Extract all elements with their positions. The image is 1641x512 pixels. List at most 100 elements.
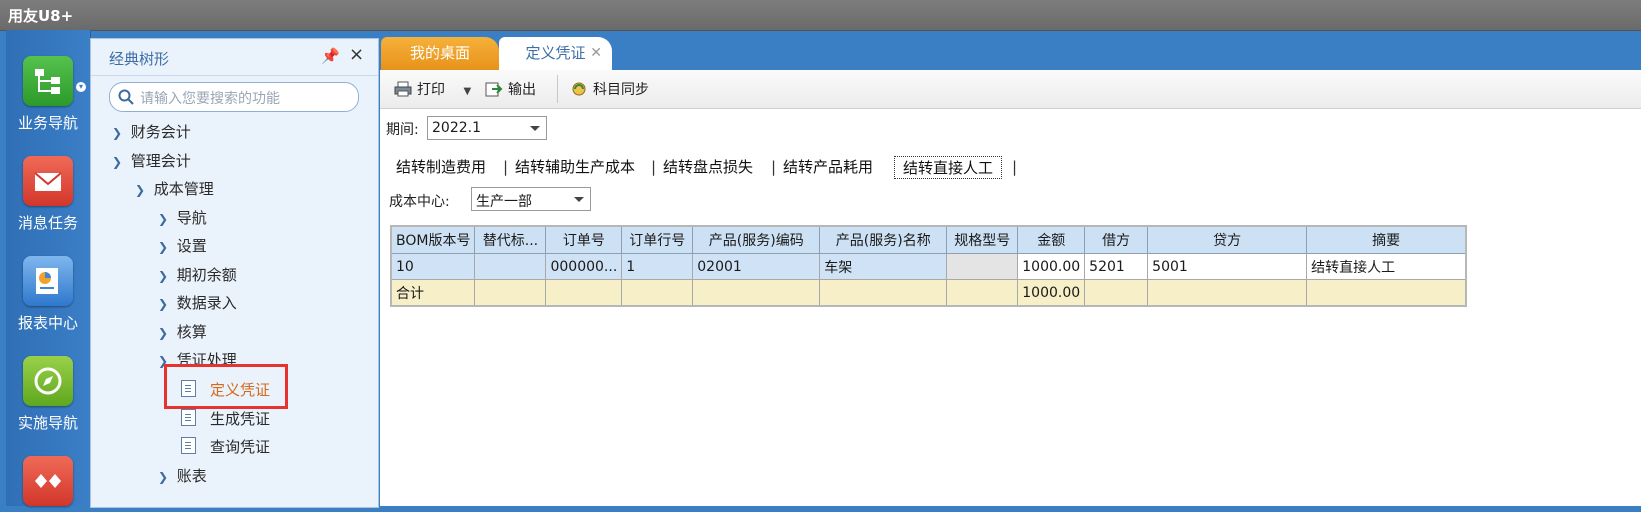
chevron-right-icon: ❯ (158, 240, 169, 254)
col-header[interactable]: 产品(服务)编码 (692, 225, 821, 254)
launcher-label: 实施导航 (17, 414, 78, 432)
close-icon[interactable]: × (349, 44, 364, 65)
col-header[interactable]: 替代标... (474, 225, 547, 254)
report-icon (23, 256, 73, 306)
toolbar: 打印 ▼ 输出 科目同步 (380, 70, 1641, 109)
printer-icon (394, 81, 412, 97)
launcher-label: 业务导航 (17, 114, 78, 132)
diamond-icon (23, 456, 73, 506)
table-cell[interactable]: 1000.00 (1017, 253, 1086, 280)
launcher-messages[interactable]: 消息任务 (6, 156, 90, 233)
table-cell[interactable]: 5001 (1147, 253, 1308, 280)
table-cell[interactable]: 000000... (545, 253, 623, 280)
table-cell (1084, 279, 1149, 307)
col-header[interactable]: BOM版本号 (390, 225, 476, 254)
tree-node-nav[interactable]: ❯ 导航 (158, 207, 207, 228)
chevron-down-icon[interactable]: ▼ (463, 86, 471, 97)
highlight-box (164, 364, 288, 409)
table-cell[interactable]: 5201 (1084, 253, 1149, 280)
table-cell[interactable]: 02001 (692, 253, 821, 280)
tree-title: 经典树形 (109, 50, 170, 68)
close-icon[interactable]: ✕ (590, 37, 602, 70)
business-nav-icon (23, 56, 73, 106)
tree-node-mgmt[interactable]: ❯ 管理会计 (112, 150, 191, 171)
print-button[interactable]: 打印 ▼ (394, 79, 471, 99)
tree-node-opening[interactable]: ❯ 期初余额 (158, 264, 237, 285)
tree-node-finance[interactable]: ❯ 财务会计 (112, 121, 191, 142)
document-icon (181, 437, 196, 454)
tab-desktop[interactable]: 我的桌面 (381, 37, 499, 70)
sum-row: 合计 1000.00 (390, 279, 1467, 307)
table-cell[interactable]: 结转直接人工 (1306, 253, 1467, 280)
sync-button[interactable]: 科目同步 (570, 79, 649, 99)
export-button[interactable]: 输出 (485, 79, 536, 99)
table-cell: 1000.00 (1017, 279, 1086, 307)
col-header[interactable]: 金额 (1017, 225, 1086, 254)
tree-leaf-query-voucher[interactable]: 查询凭证 (181, 436, 270, 457)
table-cell[interactable] (474, 253, 547, 280)
chevron-down-icon: ❯ (112, 155, 123, 169)
compass-icon (23, 356, 73, 406)
tree-node-entry[interactable]: ❯ 数据录入 (158, 292, 237, 313)
tree-node-settings[interactable]: ❯ 设置 (158, 235, 207, 256)
col-header[interactable]: 规格型号 (946, 225, 1019, 254)
chevron-down-icon: ❯ (135, 183, 146, 197)
subtab-direct-labor[interactable]: 结转直接人工 (894, 156, 1003, 179)
launcher-more[interactable] (6, 456, 90, 512)
tree-node-cost[interactable]: ❯ 成本管理 (135, 178, 214, 199)
export-icon (485, 82, 503, 97)
cost-center-label: 成本中心: (389, 194, 450, 210)
table-cell[interactable]: 10 (390, 253, 476, 280)
table-row[interactable]: 10 000000... 1 02001 车架 1000.00 5201 500… (390, 253, 1467, 280)
table-cell (474, 279, 547, 307)
subtab-manufacturing[interactable]: 结转制造费用 (396, 156, 486, 177)
launcher-business-nav[interactable]: 业务导航 (6, 56, 90, 133)
title-bar: 用友U8+ (0, 0, 1641, 31)
tree-node-calc[interactable]: ❯ 核算 (158, 321, 207, 342)
launcher-reports[interactable]: 报表中心 (6, 256, 90, 333)
app-title: 用友U8+ (8, 7, 74, 25)
chevron-right-icon: ❯ (158, 212, 169, 226)
subtab-divider: | (651, 158, 657, 176)
chevron-right-icon: ❯ (158, 269, 169, 283)
col-header[interactable]: 产品(服务)名称 (819, 225, 948, 254)
app-logo: 用友U8+ (8, 5, 73, 26)
col-header[interactable]: 订单行号 (621, 225, 694, 254)
sync-icon (572, 82, 586, 96)
col-header[interactable]: 贷方 (1147, 225, 1308, 254)
pin-icon[interactable]: 📌 (321, 47, 340, 65)
table-cell (545, 279, 623, 307)
subtab-inventory-loss[interactable]: 结转盘点损失 (663, 156, 753, 177)
launcher-implementation-nav[interactable]: 实施导航 (6, 356, 90, 433)
table-cell[interactable] (946, 253, 1019, 280)
subtab-aux-production[interactable]: 结转辅助生产成本 (515, 156, 635, 177)
subtab-product-consumption[interactable]: 结转产品耗用 (783, 156, 873, 177)
launcher-label: 消息任务 (17, 214, 78, 232)
table-cell (1306, 279, 1467, 307)
search-placeholder: 请输入您要搜索的功能 (140, 91, 280, 107)
voucher-grid: BOM版本号 替代标... 订单号 订单行号 产品(服务)编码 产品(服务)名称… (390, 225, 1468, 307)
chevron-down-icon[interactable]: ▾ (76, 82, 86, 92)
tree-node-reports[interactable]: ❯ 账表 (158, 465, 207, 486)
table-cell: 合计 (390, 279, 476, 307)
table-cell[interactable]: 车架 (819, 253, 948, 280)
cost-center-select[interactable]: 生产一部 (471, 187, 591, 211)
tab-define-voucher[interactable]: 定义凭证 ✕ (499, 37, 612, 70)
col-header[interactable]: 借方 (1084, 225, 1149, 254)
subtab-divider: | (771, 158, 777, 176)
search-input[interactable]: 请输入您要搜索的功能 (109, 82, 359, 112)
chevron-down-icon (530, 126, 540, 131)
chevron-right-icon: ❯ (158, 297, 169, 311)
period-select[interactable]: 2022.1 (427, 116, 547, 140)
main-content: 打印 ▼ 输出 科目同步 期间: 2022.1 结转制造费用 | 结转辅助生产成… (380, 70, 1641, 506)
period-label: 期间: (386, 122, 419, 138)
subtab-divider: | (1012, 158, 1018, 176)
table-cell[interactable]: 1 (621, 253, 694, 280)
col-header[interactable]: 订单号 (545, 225, 623, 254)
table-cell (692, 279, 821, 307)
launcher-panel: 业务导航 消息任务 报表中心 实施导航 ▾ (6, 30, 91, 506)
col-header[interactable]: 摘要 (1306, 225, 1467, 254)
tree-leaf-gen-voucher[interactable]: 生成凭证 (181, 408, 270, 429)
table-cell (819, 279, 948, 307)
chevron-down-icon (574, 197, 584, 202)
